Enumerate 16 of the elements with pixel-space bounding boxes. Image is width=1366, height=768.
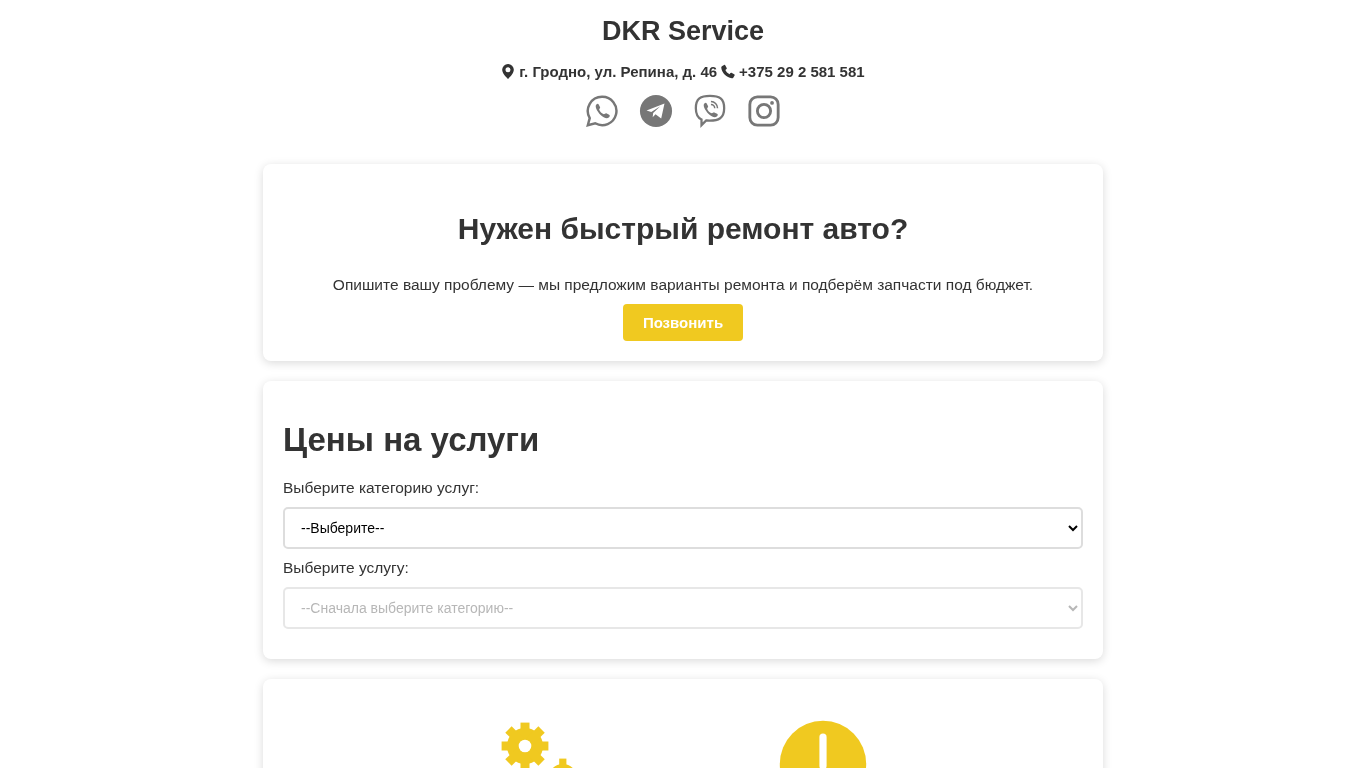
phone-icon (721, 64, 736, 79)
phone-number: +375 29 2 581 581 (739, 63, 865, 80)
prices-title: Цены на услуги (283, 421, 541, 459)
field-label: Выберите категорию услуг: (283, 479, 481, 497)
field-label: Выберите услугу: (283, 559, 410, 577)
whatsapp-icon[interactable] (585, 94, 619, 128)
service-select[interactable]: --Выберите-- (283, 507, 1083, 549)
instagram-icon[interactable] (747, 94, 781, 128)
site-title: DKR Service (600, 16, 766, 47)
call-button[interactable]: Позвонить (622, 304, 744, 341)
hero-title: Нужен быстрый ремонт авто? (456, 212, 910, 246)
viber-icon[interactable] (693, 94, 727, 128)
address-text: г. Гродно, ул. Репина, д. 46 (519, 63, 718, 80)
location-pin-icon (501, 64, 516, 79)
hero-text: Опишите вашу проблему — мы предложим варианты ремонта и подберём запчасти под бюджет. (331, 276, 1035, 294)
telegram-icon[interactable] (639, 94, 673, 128)
